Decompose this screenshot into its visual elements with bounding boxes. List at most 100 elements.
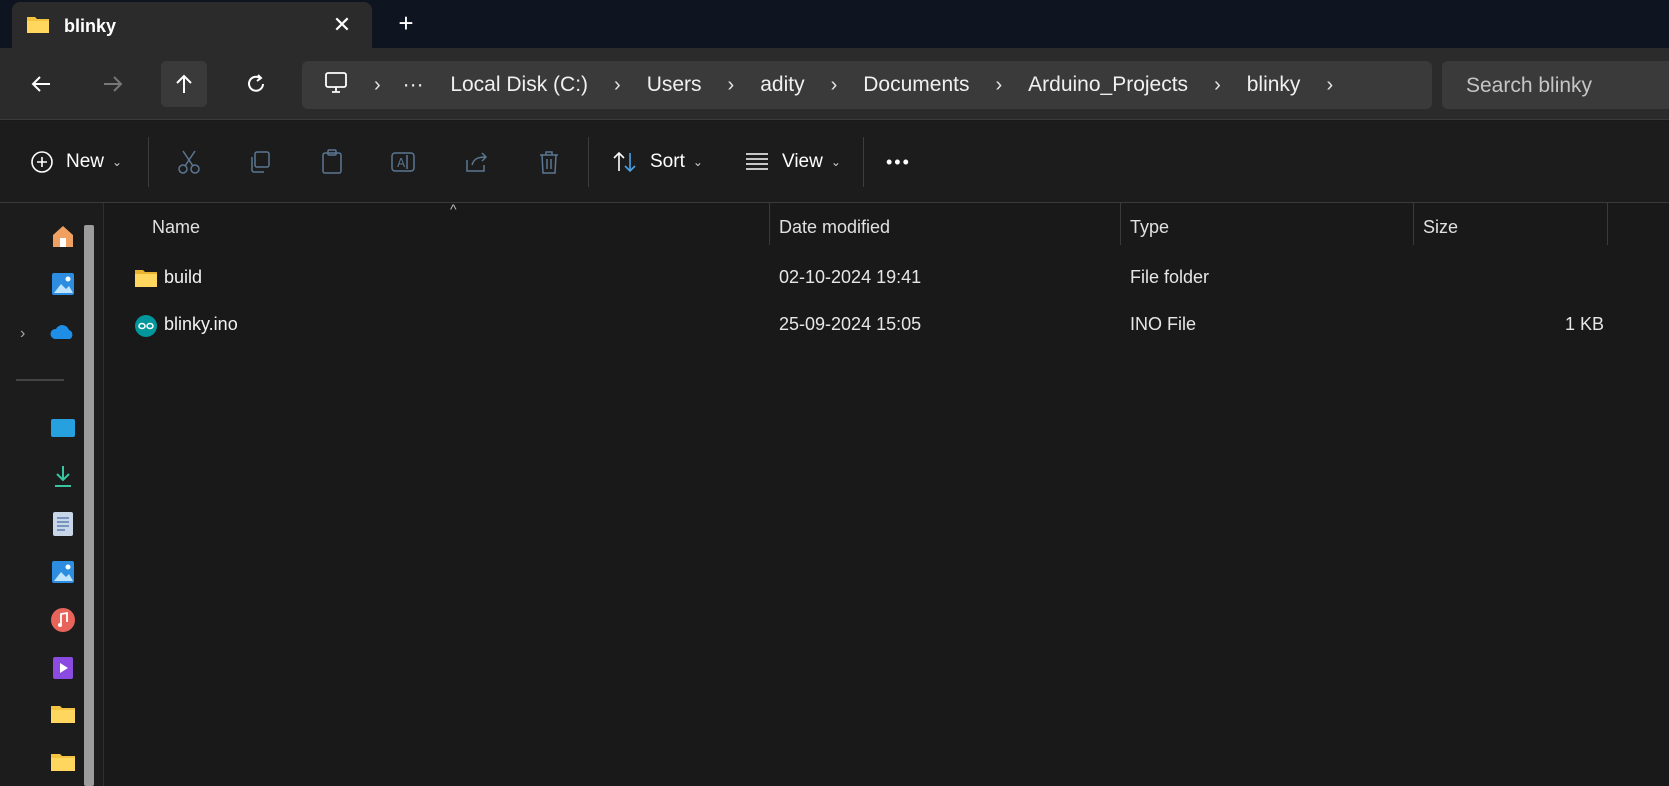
sort-button[interactable]: Sort ⌄ bbox=[612, 139, 703, 185]
command-bar: New ⌄ A Sort ⌄ View ⌄ ••• bbox=[0, 121, 1669, 203]
column-header-type[interactable]: Type bbox=[1130, 217, 1169, 238]
toolbar-divider bbox=[148, 137, 149, 187]
new-label: New bbox=[66, 151, 105, 172]
chevron-down-icon: ⌄ bbox=[692, 155, 703, 169]
chevron-down-icon: ⌄ bbox=[830, 155, 841, 169]
back-button[interactable] bbox=[18, 61, 64, 107]
file-type: INO File bbox=[1130, 314, 1197, 334]
new-tab-button[interactable]: + bbox=[392, 9, 420, 37]
delete-button[interactable] bbox=[532, 145, 566, 179]
rename-icon: A bbox=[391, 152, 415, 172]
refresh-button[interactable] bbox=[233, 61, 279, 107]
sort-caret-icon: ^ bbox=[450, 201, 457, 217]
folder-icon[interactable] bbox=[50, 703, 76, 729]
pictures-icon[interactable] bbox=[50, 559, 76, 585]
sidebar-divider bbox=[16, 379, 64, 381]
cut-icon bbox=[178, 150, 200, 174]
search-input[interactable]: Search blinky bbox=[1466, 74, 1592, 98]
chevron-right-icon[interactable]: › bbox=[20, 325, 25, 343]
breadcrumb-separator[interactable]: › bbox=[728, 74, 735, 97]
breadcrumb-separator[interactable]: › bbox=[374, 74, 381, 97]
breadcrumb-local-disk[interactable]: Local Disk (C:) bbox=[450, 73, 588, 97]
paste-icon bbox=[322, 149, 342, 174]
breadcrumb-users[interactable]: Users bbox=[647, 73, 702, 97]
close-tab-icon[interactable]: ✕ bbox=[328, 11, 356, 39]
breadcrumb-separator[interactable]: › bbox=[1326, 74, 1333, 97]
column-header-name[interactable]: Name bbox=[152, 217, 200, 238]
file-row-blinky-ino[interactable]: blinky.ino 25-09-2024 15:05 INO File 1 K… bbox=[104, 304, 1604, 346]
copy-button[interactable] bbox=[243, 145, 277, 179]
add-circle-icon bbox=[31, 151, 53, 173]
search-box[interactable]: Search blinky bbox=[1442, 61, 1669, 109]
up-button[interactable] bbox=[161, 61, 207, 107]
title-bar: blinky ✕ + bbox=[0, 0, 1669, 48]
column-header-date-modified[interactable]: Date modified bbox=[779, 217, 890, 238]
view-button[interactable]: View ⌄ bbox=[744, 139, 841, 185]
back-arrow-icon bbox=[31, 76, 50, 92]
documents-icon[interactable] bbox=[50, 511, 76, 537]
column-divider[interactable] bbox=[1413, 203, 1414, 245]
breadcrumb-separator[interactable]: › bbox=[614, 74, 621, 97]
more-options-button[interactable]: ••• bbox=[886, 139, 911, 185]
column-divider[interactable] bbox=[769, 203, 770, 245]
column-header-size[interactable]: Size bbox=[1423, 217, 1458, 238]
new-button[interactable]: New ⌄ bbox=[30, 139, 122, 185]
forward-button[interactable] bbox=[90, 61, 136, 107]
music-icon[interactable] bbox=[50, 607, 76, 633]
sort-icon bbox=[613, 151, 636, 173]
this-pc-icon[interactable] bbox=[324, 71, 348, 99]
share-button[interactable] bbox=[460, 145, 494, 179]
svg-text:A: A bbox=[397, 156, 406, 170]
onedrive-icon[interactable] bbox=[50, 319, 76, 345]
paste-button[interactable] bbox=[315, 145, 349, 179]
file-date-modified: 25-09-2024 15:05 bbox=[779, 314, 922, 334]
videos-icon[interactable] bbox=[50, 655, 76, 681]
navigation-pane: › bbox=[0, 203, 104, 786]
home-icon[interactable] bbox=[50, 223, 76, 249]
share-icon bbox=[466, 152, 488, 172]
file-row-build[interactable]: build 02-10-2024 19:41 File folder bbox=[104, 257, 1604, 299]
rename-button[interactable]: A bbox=[387, 145, 421, 179]
column-divider[interactable] bbox=[1120, 203, 1121, 245]
navigation-bar: › ··· › Local Disk (C:) › Users › adity … bbox=[0, 48, 1669, 120]
breadcrumb-adity[interactable]: adity bbox=[760, 73, 804, 97]
view-label: View bbox=[782, 151, 823, 172]
file-type: File folder bbox=[1130, 267, 1210, 287]
folder-icon bbox=[26, 14, 50, 39]
breadcrumb-separator[interactable]: › bbox=[1214, 74, 1221, 97]
breadcrumb-overflow[interactable]: ··· bbox=[403, 73, 424, 97]
forward-arrow-icon bbox=[104, 76, 123, 92]
arduino-file-icon bbox=[134, 314, 158, 343]
breadcrumb-blinky[interactable]: blinky bbox=[1247, 73, 1301, 97]
trash-icon bbox=[540, 151, 558, 174]
column-divider[interactable] bbox=[1607, 203, 1608, 245]
chevron-down-icon: ⌄ bbox=[112, 155, 123, 169]
file-date-modified: 02-10-2024 19:41 bbox=[779, 267, 922, 287]
cut-button[interactable] bbox=[172, 145, 206, 179]
tab-title: blinky bbox=[64, 16, 117, 36]
file-name[interactable]: blinky.ino bbox=[164, 314, 238, 335]
file-size: 1 KB bbox=[1564, 314, 1604, 334]
file-list: ^ Name Date modified Type Size build 02-… bbox=[104, 201, 1669, 786]
downloads-icon[interactable] bbox=[50, 463, 76, 489]
toolbar-divider bbox=[588, 137, 589, 187]
toolbar-divider bbox=[863, 137, 864, 187]
gallery-icon[interactable] bbox=[50, 271, 76, 297]
sort-label: Sort bbox=[650, 151, 685, 172]
address-bar[interactable]: › ··· › Local Disk (C:) › Users › adity … bbox=[302, 61, 1432, 109]
desktop-icon[interactable] bbox=[50, 415, 76, 441]
breadcrumb-separator[interactable]: › bbox=[831, 74, 838, 97]
copy-icon bbox=[251, 151, 270, 173]
folder-icon bbox=[134, 268, 158, 293]
tab-blinky[interactable]: blinky ✕ bbox=[12, 2, 372, 48]
view-list-icon bbox=[746, 153, 768, 170]
up-arrow-icon bbox=[176, 74, 192, 93]
breadcrumb-arduino-projects[interactable]: Arduino_Projects bbox=[1028, 73, 1188, 97]
folder-icon[interactable] bbox=[50, 751, 76, 777]
refresh-icon bbox=[248, 74, 264, 92]
breadcrumb-separator[interactable]: › bbox=[995, 74, 1002, 97]
sidebar-scrollbar[interactable] bbox=[84, 225, 94, 786]
more-icon: ••• bbox=[886, 151, 911, 172]
file-name[interactable]: build bbox=[164, 267, 202, 288]
breadcrumb-documents[interactable]: Documents bbox=[863, 73, 969, 97]
